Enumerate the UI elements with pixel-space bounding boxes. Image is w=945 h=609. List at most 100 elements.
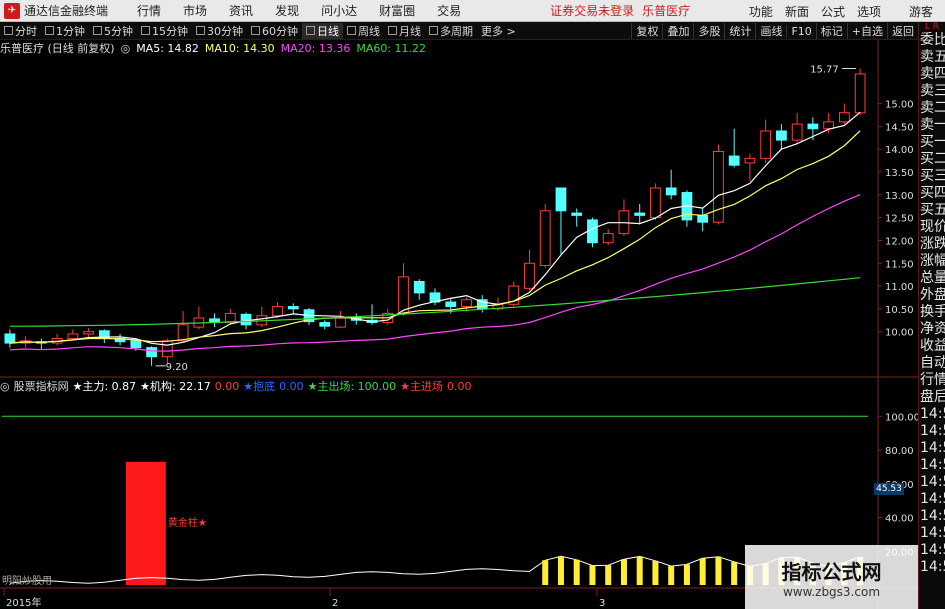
overlay-button[interactable]: 叠加 bbox=[662, 23, 693, 39]
date-tick-label: 2015年 bbox=[6, 596, 41, 609]
ma10-label: MA10: 14.30 bbox=[204, 41, 275, 55]
chart-area[interactable]: 15.00 14.50 14.00 13.50 13.00 12.50 12.00 11.50… bbox=[0, 40, 918, 609]
period-daily[interactable]: 日线 bbox=[302, 22, 343, 39]
gear-icon[interactable]: ◎ bbox=[0, 380, 10, 393]
candle-down bbox=[665, 187, 677, 196]
quote-item[interactable]: 买二 bbox=[919, 151, 945, 168]
candle-down bbox=[728, 155, 740, 166]
quote-item[interactable]: 盘后 bbox=[919, 389, 945, 406]
draw-line-button[interactable]: 画线 bbox=[755, 23, 786, 39]
login-notice[interactable]: 证券交易未登录 bbox=[550, 2, 634, 19]
candle-up bbox=[83, 331, 94, 335]
formula-button[interactable]: 公式 bbox=[815, 3, 851, 20]
candle-up bbox=[854, 73, 866, 114]
kline-chart[interactable]: 15.00 14.50 14.00 13.50 13.00 12.50 12.00 11.50… bbox=[0, 40, 918, 609]
quote-item[interactable]: 净资 bbox=[919, 321, 945, 338]
checkbox-icon bbox=[388, 26, 397, 35]
quote-item[interactable]: 卖三 bbox=[919, 83, 945, 100]
checkbox-icon bbox=[251, 26, 260, 35]
quote-item[interactable]: 买一 bbox=[919, 134, 945, 151]
quote-item[interactable]: 买三 bbox=[919, 168, 945, 185]
mark-button[interactable]: 标记 bbox=[815, 23, 847, 39]
back-button[interactable]: 返回 bbox=[887, 23, 918, 39]
quote-item[interactable]: 14:5 bbox=[919, 423, 945, 440]
quote-item[interactable]: 14:5 bbox=[919, 440, 945, 457]
quote-item[interactable]: 14:5 bbox=[919, 406, 945, 423]
checkbox-icon bbox=[4, 26, 13, 35]
multi-stock-button[interactable]: 多股 bbox=[693, 23, 724, 39]
quote-item[interactable]: 14:5 bbox=[919, 525, 945, 542]
quote-item[interactable]: 换手 bbox=[919, 304, 945, 321]
quote-item[interactable]: 卖四 bbox=[919, 66, 945, 83]
indicator-infobar: ◎ 股票指标网 ★主力: 0.87 ★机构: 22.17 0.00 ★抱底 0.… bbox=[0, 378, 476, 394]
menu-item-market[interactable]: 市场 bbox=[172, 2, 218, 19]
value-3: 0.00 bbox=[447, 379, 472, 393]
quote-item[interactable]: 收益 bbox=[919, 338, 945, 355]
quote-item[interactable]: 14:5 bbox=[919, 474, 945, 491]
last-value-badge: 45.53 bbox=[874, 483, 904, 495]
high-price-label: 15.77 bbox=[810, 64, 839, 75]
quote-item[interactable]: 买五 bbox=[919, 202, 945, 219]
period-5min[interactable]: 5分钟 bbox=[89, 23, 137, 39]
period-more[interactable]: 更多 > bbox=[477, 23, 520, 39]
menu-item-trade[interactable]: 交易 bbox=[426, 2, 472, 19]
quote-item[interactable]: 14:5 bbox=[919, 491, 945, 508]
menu-item-wealth[interactable]: 财富圈 bbox=[368, 2, 426, 19]
right-quote-panel: L R 委比 卖五 卖四 卖三 卖二 卖一 买一 买二 买三 买四 买五 现价 涨跌 涨幅 总量 外盘 换手 净资… bbox=[918, 22, 945, 609]
adjust-button[interactable]: 复权 bbox=[631, 23, 662, 39]
indicator-name[interactable]: 股票指标网 bbox=[14, 378, 69, 394]
menu-item-assistant[interactable]: 问小达 bbox=[310, 2, 368, 19]
guest-account[interactable]: 游客 bbox=[903, 3, 939, 20]
settings-icon[interactable]: ◎ bbox=[121, 42, 131, 55]
candle-up bbox=[650, 187, 661, 219]
menu-item-news[interactable]: 资讯 bbox=[218, 2, 264, 19]
quote-item[interactable]: 自动 bbox=[919, 355, 945, 372]
quote-item[interactable]: 14:5 bbox=[919, 508, 945, 525]
function-button[interactable]: 功能 bbox=[743, 3, 779, 20]
menu-item-discover[interactable]: 发现 bbox=[264, 2, 310, 19]
period-multi[interactable]: 多周期 bbox=[425, 23, 477, 39]
quote-item[interactable]: 涨幅 bbox=[919, 253, 945, 270]
quote-item[interactable]: 14:5 bbox=[919, 457, 945, 474]
quote-item[interactable]: 外盘 bbox=[919, 287, 945, 304]
quote-item[interactable]: 委比 bbox=[919, 32, 945, 49]
add-watchlist-button[interactable]: +自选 bbox=[846, 23, 887, 39]
candle-up bbox=[823, 121, 835, 130]
quote-item[interactable]: 14:5 bbox=[919, 542, 945, 559]
period-weekly[interactable]: 周线 bbox=[343, 23, 384, 39]
candle-up bbox=[67, 333, 79, 340]
gold-pillar-bar bbox=[125, 461, 166, 585]
quote-item[interactable]: 现价 bbox=[919, 219, 945, 236]
date-tick-label: 2 bbox=[332, 598, 338, 609]
lr-toggle[interactable]: L R bbox=[919, 22, 945, 32]
period-1min[interactable]: 1分钟 bbox=[41, 23, 89, 39]
period-monthly[interactable]: 月线 bbox=[384, 23, 425, 39]
new-page-button[interactable]: 新面 bbox=[779, 3, 815, 20]
app-logo-icon: ✈ bbox=[4, 2, 20, 19]
yellow-bar bbox=[605, 565, 612, 585]
menu-item-quotes[interactable]: 行情 bbox=[126, 2, 172, 19]
stats-button[interactable]: 统计 bbox=[724, 23, 755, 39]
period-30min[interactable]: 30分钟 bbox=[192, 23, 247, 39]
quote-item[interactable]: 涨跌 bbox=[919, 236, 945, 253]
period-15min[interactable]: 15分钟 bbox=[137, 23, 192, 39]
quote-item[interactable]: 卖一 bbox=[919, 117, 945, 134]
price-tick-label: 12.00 bbox=[885, 236, 914, 247]
yellow-bar bbox=[636, 556, 643, 585]
period-intraday[interactable]: 分时 bbox=[0, 23, 41, 39]
indicator-tick-label: 40.00 bbox=[885, 514, 914, 525]
quote-item[interactable]: 总量 bbox=[919, 270, 945, 287]
candle-down bbox=[555, 187, 567, 212]
f10-button[interactable]: F10 bbox=[786, 24, 815, 38]
quote-item[interactable]: 行情 bbox=[919, 372, 945, 389]
yellow-bar bbox=[699, 558, 706, 585]
quote-item[interactable]: 买四 bbox=[919, 185, 945, 202]
main-menu: 行情 市场 资讯 发现 问小达 财富圈 交易 bbox=[126, 2, 472, 19]
value-2: 0.00 bbox=[279, 379, 304, 393]
period-60min[interactable]: 60分钟 bbox=[247, 23, 302, 39]
quote-item[interactable]: 14:5 bbox=[919, 559, 945, 576]
options-button[interactable]: 选项 bbox=[851, 3, 887, 20]
bottom-label: 明阳炒股用 bbox=[2, 575, 52, 587]
quote-item[interactable]: 卖五 bbox=[919, 49, 945, 66]
quote-item[interactable]: 卖二 bbox=[919, 100, 945, 117]
